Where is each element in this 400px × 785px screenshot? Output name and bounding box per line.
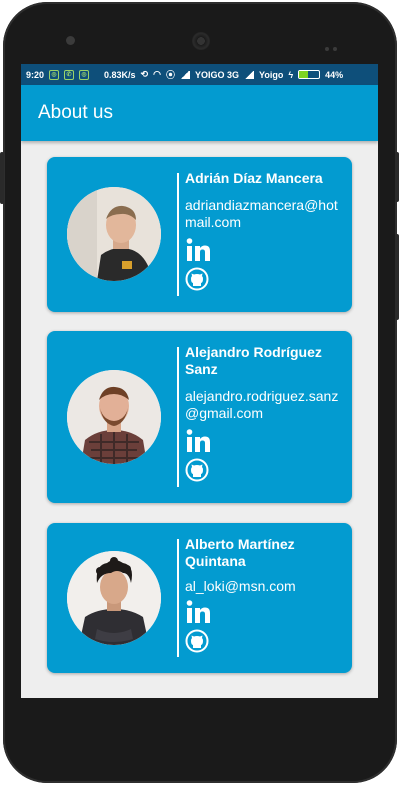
battery-icon: [298, 70, 321, 79]
network-speed: 0.83K/s: [104, 69, 136, 80]
linkedin-icon[interactable]: [185, 237, 211, 263]
member-name: Alberto Martínez Quintana: [185, 536, 295, 569]
sync-icon: ⟲: [140, 69, 149, 79]
sensor-dots: [325, 38, 343, 51]
battery-percent: 44%: [325, 69, 344, 80]
divider: [177, 347, 179, 487]
avatar: [67, 370, 161, 464]
nfc-icon: ⦿: [165, 70, 175, 80]
side-button: [395, 234, 399, 320]
github-icon[interactable]: [185, 458, 209, 482]
notification-icon: ◎: [79, 69, 90, 80]
github-icon[interactable]: [185, 267, 209, 291]
member-email[interactable]: adriandiazmancera@hotmail.com: [185, 197, 348, 231]
linkedin-icon[interactable]: [185, 428, 211, 454]
divider: [177, 539, 179, 657]
member-card: Adrián Díaz Mancera adriandiazmancera@ho…: [47, 157, 352, 312]
whatsapp-icon: ✆: [64, 69, 75, 80]
member-email[interactable]: al_loki@msn.com: [185, 578, 348, 595]
notification-icon: ◎: [49, 69, 60, 80]
member-email[interactable]: alejandro.rodriguez.sanz@gmail.com: [185, 388, 348, 422]
status-bar: 9:20 ◎ ✆ ◎ 0.83K/s ⟲ ◠ ⦿ YOIGO 3G Yoigo …: [21, 64, 378, 85]
side-button: [395, 152, 399, 202]
member-info: Alberto Martínez Quintana al_loki@msn.co…: [185, 536, 348, 653]
github-icon[interactable]: [185, 629, 209, 653]
member-name: Alejandro Rodríguez Sanz: [185, 344, 322, 377]
front-camera: [66, 36, 75, 45]
side-button: [0, 152, 4, 204]
wifi-icon: ◠: [153, 69, 161, 79]
earpiece-speaker: [192, 32, 210, 50]
member-card: Alejandro Rodríguez Sanz alejandro.rodri…: [47, 331, 352, 503]
screen: 9:20 ◎ ✆ ◎ 0.83K/s ⟲ ◠ ⦿ YOIGO 3G Yoigo …: [21, 64, 378, 698]
status-time: 9:20: [26, 69, 45, 80]
carrier-2: Yoigo: [258, 69, 284, 80]
member-name: Adrián Díaz Mancera: [185, 170, 323, 186]
linkedin-icon[interactable]: [185, 599, 211, 625]
signal-icon: [243, 70, 254, 79]
signal-icon: [179, 70, 190, 79]
charging-icon: ϟ: [288, 69, 294, 80]
app-bar: About us: [21, 85, 378, 141]
page-title: About us: [38, 102, 113, 123]
member-info: Alejandro Rodríguez Sanz alejandro.rodri…: [185, 344, 348, 482]
divider: [177, 173, 179, 296]
avatar: [67, 187, 161, 281]
member-card: Alberto Martínez Quintana al_loki@msn.co…: [47, 523, 352, 673]
carrier-1: YOIGO 3G: [194, 69, 239, 80]
member-info: Adrián Díaz Mancera adriandiazmancera@ho…: [185, 170, 348, 291]
avatar: [67, 551, 161, 645]
